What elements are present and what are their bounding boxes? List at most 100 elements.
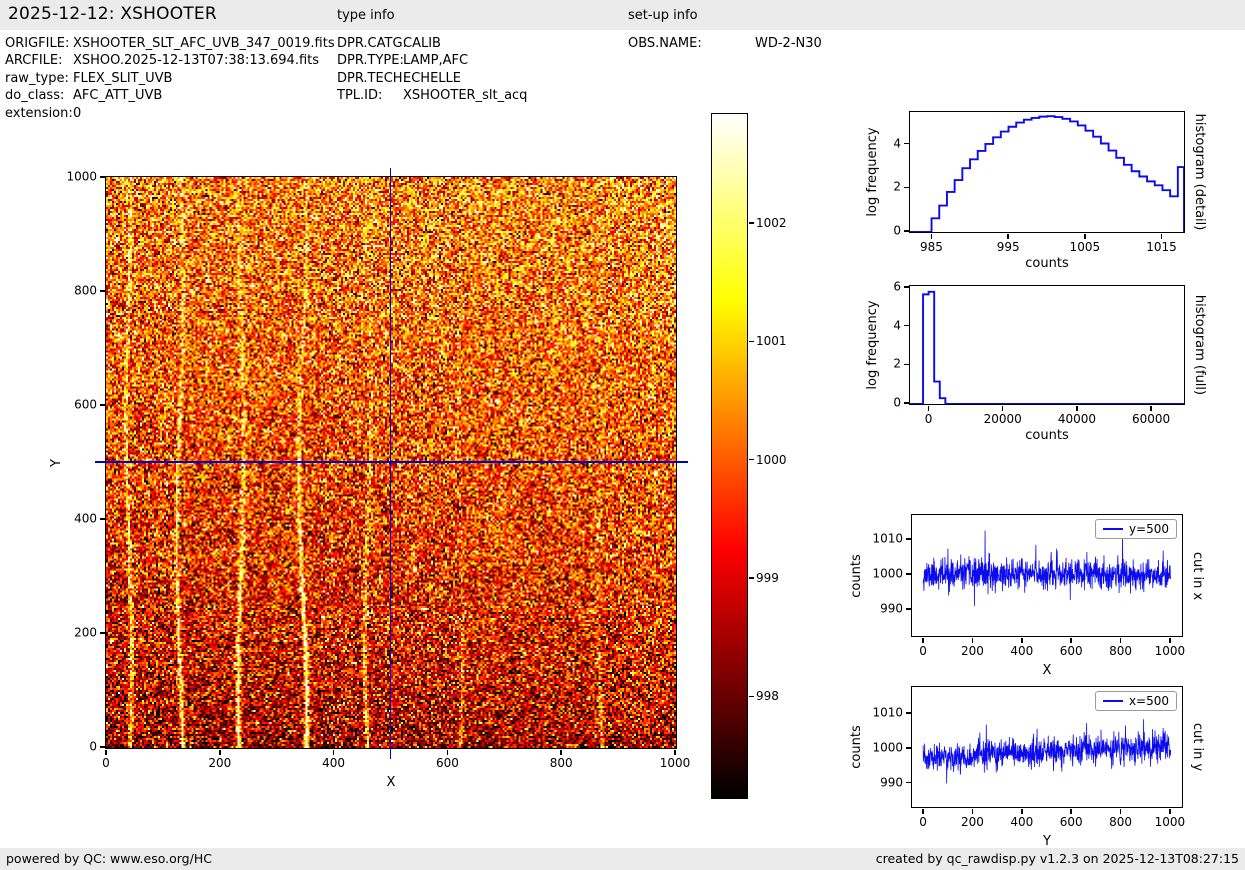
meta-value: XSHOOTER_SLT_AFC_UVB_347_0019.fits: [73, 35, 335, 52]
x-tick-mark: [928, 406, 930, 411]
footer-right-text: created by qc_rawdisp.py v1.2.3 on 2025-…: [876, 848, 1239, 870]
meta-row: extension:0: [5, 105, 335, 122]
y-tick-mark: [100, 176, 105, 178]
x-tick-mark: [972, 809, 974, 814]
x-tick-mark: [447, 750, 449, 755]
y-tick-mark: [906, 608, 911, 610]
meta-label: DPR.CATG:: [337, 35, 403, 52]
x-tick-mark: [1084, 234, 1086, 239]
y-tick-label: 990: [880, 775, 903, 789]
y-tick-mark: [100, 746, 105, 748]
meta-row: raw_type:FLEX_SLIT_UVB: [5, 70, 335, 87]
right-axis-label: histogram (detail): [1192, 114, 1207, 231]
x-tick-label: 1015: [1146, 240, 1177, 254]
y-tick-label: 600: [74, 397, 97, 411]
meta-value: XSHOO.2025-12-13T07:38:13.694.fits: [73, 52, 319, 69]
x-tick-label: 0: [102, 756, 110, 770]
x-tick-label: 40000: [1058, 412, 1096, 426]
y-tick-mark: [906, 712, 911, 714]
meta-row: do_class:AFC_ATT_UVB: [5, 87, 335, 104]
type-info-block: DPR.CATG:CALIB DPR.TYPE:LAMP,AFC DPR.TEC…: [337, 35, 527, 105]
x-tick-mark: [1021, 638, 1023, 643]
x-tick-mark: [1120, 809, 1122, 814]
x-tick-mark: [931, 234, 933, 239]
x-tick-label: 200: [961, 644, 984, 658]
y-tick-mark: [906, 747, 911, 749]
y-axis-label: counts: [849, 725, 864, 768]
x-tick-mark: [674, 750, 676, 755]
y-tick-mark: [100, 518, 105, 520]
y-tick-mark: [100, 404, 105, 406]
colorbar-tick-label: 1002: [756, 216, 787, 230]
y-tick-label: 4: [893, 318, 901, 332]
meta-label: ARCFILE:: [5, 52, 73, 69]
y-tick-mark: [904, 364, 909, 366]
colorbar-tick-label: 1001: [756, 334, 787, 348]
colorbar: 998999100010011002: [711, 113, 748, 799]
meta-label: DPR.TYPE:: [337, 52, 403, 69]
meta-value: LAMP,AFC: [403, 52, 468, 69]
x-tick-label: 200: [208, 756, 231, 770]
footer-bar: powered by QC: www.eso.org/HC created by…: [0, 848, 1245, 870]
detector-image-plot: X Y 0200400600800100002004006008001000: [105, 176, 677, 749]
file-info-block: ORIGFILE:XSHOOTER_SLT_AFC_UVB_347_0019.f…: [5, 35, 335, 122]
colorbar-tick-mark: [749, 459, 754, 461]
meta-row: TPL.ID:XSHOOTER_slt_acq: [337, 87, 527, 104]
meta-label: ORIGFILE:: [5, 35, 73, 52]
y-tick-label: 4: [893, 136, 901, 150]
crosshair-horizontal-line: [95, 461, 688, 462]
meta-value: AFC_ATT_UVB: [73, 87, 162, 104]
histogram-detail-plot: counts log frequency histogram (detail) …: [909, 111, 1185, 233]
histogram-full-curve: [910, 286, 1184, 404]
y-tick-label: 1000: [872, 566, 903, 580]
y-tick-mark: [904, 325, 909, 327]
colorbar-tick-label: 998: [756, 689, 779, 703]
x-axis-label: counts: [910, 428, 1184, 443]
meta-label: DPR.TECH:: [337, 70, 403, 87]
histogram-full-plot: counts log frequency histogram (full) 02…: [909, 285, 1185, 405]
x-axis-label: counts: [910, 256, 1184, 271]
x-tick-mark: [1070, 638, 1072, 643]
right-axis-label: histogram (full): [1192, 295, 1207, 395]
footer-left-text: powered by QC: www.eso.org/HC: [6, 848, 212, 870]
meta-row: ARCFILE:XSHOO.2025-12-13T07:38:13.694.fi…: [5, 52, 335, 69]
y-tick-mark: [904, 187, 909, 189]
x-tick-mark: [1007, 234, 1009, 239]
y-tick-mark: [906, 573, 911, 575]
x-tick-mark: [922, 809, 924, 814]
x-tick-label: 600: [436, 756, 459, 770]
x-tick-label: 600: [1060, 815, 1083, 829]
legend-line-swatch: [1103, 700, 1123, 702]
x-tick-mark: [333, 750, 335, 755]
x-tick-mark: [1021, 809, 1023, 814]
x-tick-label: 985: [920, 240, 943, 254]
meta-value: 0: [73, 105, 81, 122]
y-tick-mark: [904, 230, 909, 232]
meta-label: OBS.NAME:: [628, 35, 755, 52]
y-tick-label: 1000: [66, 169, 97, 183]
meta-value: FLEX_SLIT_UVB: [73, 70, 172, 87]
meta-label: raw_type:: [5, 70, 73, 87]
colorbar-tick-label: 999: [756, 571, 779, 585]
y-tick-label: 2: [893, 180, 901, 194]
colorbar-gradient: [712, 114, 747, 798]
y-tick-mark: [904, 143, 909, 145]
meta-row: DPR.TYPE:LAMP,AFC: [337, 52, 527, 69]
meta-label: do_class:: [5, 87, 73, 104]
y-tick-label: 0: [89, 739, 97, 753]
x-tick-mark: [972, 638, 974, 643]
colorbar-tick-mark: [749, 577, 754, 579]
setup-info-block: OBS.NAME:WD-2-N30: [628, 35, 822, 52]
x-tick-label: 1000: [1155, 815, 1186, 829]
colorbar-tick-mark: [749, 696, 754, 698]
colorbar-tick-mark: [749, 222, 754, 224]
y-tick-label: 1010: [872, 705, 903, 719]
meta-row: OBS.NAME:WD-2-N30: [628, 35, 822, 52]
x-tick-mark: [1150, 406, 1152, 411]
legend-label: y=500: [1129, 522, 1169, 536]
x-axis-label: X: [912, 663, 1182, 678]
x-tick-label: 0: [919, 644, 927, 658]
cut-in-y-plot: x=500 Y counts cut in y 0200400600800100…: [911, 686, 1183, 808]
y-tick-label: 800: [74, 283, 97, 297]
meta-value: ECHELLE: [403, 70, 461, 87]
